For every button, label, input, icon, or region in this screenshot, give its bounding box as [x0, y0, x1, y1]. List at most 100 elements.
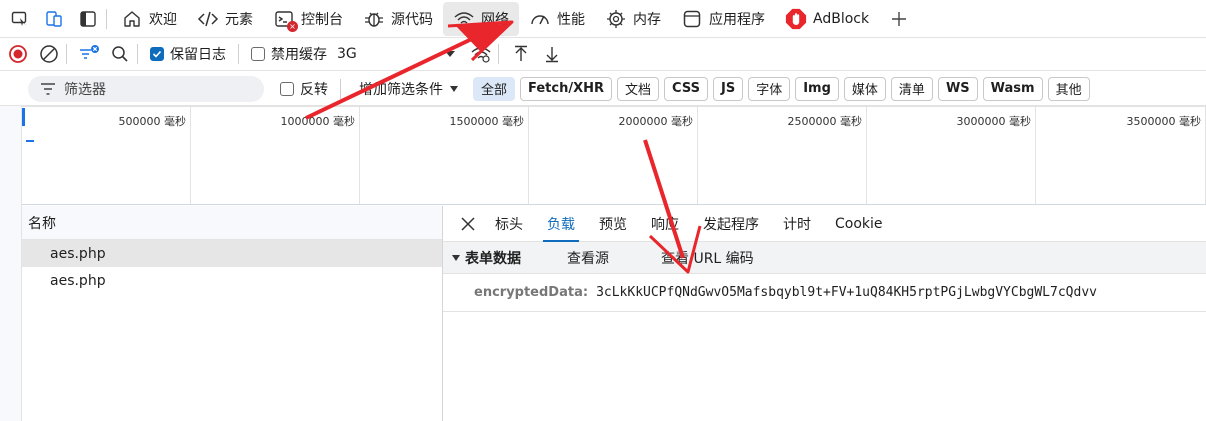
tab-timing[interactable]: 计时: [771, 206, 823, 242]
timeline-tick: 2000000 毫秒: [529, 107, 698, 204]
timeline-tick: 500000 毫秒: [22, 107, 191, 204]
timeline-range-handle[interactable]: [22, 108, 25, 126]
import-har-icon[interactable]: [508, 41, 534, 67]
filter-chip-css[interactable]: CSS: [664, 76, 708, 101]
timeline-tick-label: 2000000 毫秒: [618, 115, 694, 128]
dock-side-icon[interactable]: [74, 5, 102, 33]
memory-chip-icon: [605, 8, 627, 30]
toolbar-divider: [106, 8, 107, 29]
form-data-section-header[interactable]: 表单数据 查看源 查看 URL 编码: [443, 242, 1206, 274]
timeline-request-bar: [26, 140, 34, 142]
filter-input[interactable]: 筛选器: [28, 75, 264, 102]
network-conditions-icon[interactable]: [468, 41, 494, 67]
record-button[interactable]: [5, 41, 31, 67]
form-field-row: encryptedData: 3cLkKkUCPfQNdGwvO5Mafsbqy…: [443, 274, 1206, 312]
checkbox-unchecked-icon[interactable]: [280, 81, 294, 96]
timeline-tick-label: 2500000 毫秒: [787, 115, 863, 128]
warning-icon: [467, 22, 479, 33]
tab-label: 性能: [557, 11, 585, 28]
disable-cache-checkbox[interactable]: 禁用缓存: [251, 44, 327, 64]
timeline-tick-label: 1500000 毫秒: [449, 115, 525, 128]
device-emulation-icon[interactable]: [40, 5, 68, 33]
tab-label: 网络: [481, 11, 509, 28]
performance-icon: [529, 8, 551, 30]
details-tabs: 标头 负载 预览 响应 发起程序 计时 Cookie: [443, 206, 1206, 242]
tab-welcome[interactable]: 欢迎: [111, 2, 187, 36]
tab-label: 元素: [225, 11, 253, 28]
tab-memory[interactable]: 内存: [595, 2, 671, 36]
filter-chip-img[interactable]: Img: [795, 76, 839, 101]
toolbar-divider: [238, 44, 239, 64]
tab-label: 应用程序: [709, 11, 765, 28]
tab-label: 内存: [633, 11, 661, 28]
preserve-log-checkbox[interactable]: 保留日志: [150, 44, 226, 64]
checkbox-unchecked-icon[interactable]: [251, 47, 265, 61]
timeline-tick: 3000000 毫秒: [867, 107, 1036, 204]
filter-chip-all[interactable]: 全部: [473, 76, 516, 101]
filter-toggle-icon[interactable]: [76, 41, 102, 67]
filter-chip-js[interactable]: JS: [712, 76, 744, 101]
filter-chip-other[interactable]: 其他: [1047, 76, 1090, 101]
tab-cookies[interactable]: Cookie: [823, 206, 895, 242]
view-url-encoded-link[interactable]: 查看 URL 编码: [661, 248, 754, 268]
tab-initiator[interactable]: 发起程序: [691, 206, 771, 242]
filter-chip-fetch-xhr[interactable]: Fetch/XHR: [520, 76, 613, 101]
invert-label: 反转: [300, 81, 328, 98]
home-icon: [121, 8, 143, 30]
tab-adblock[interactable]: AdBlock: [775, 2, 879, 36]
filter-icon: [41, 82, 55, 95]
throttling-select[interactable]: 3G: [337, 46, 417, 62]
view-source-link[interactable]: 查看源: [567, 248, 609, 268]
inspect-element-icon[interactable]: [6, 5, 34, 33]
more-filters-label: 增加筛选条件: [359, 81, 443, 98]
tab-label: AdBlock: [813, 10, 870, 27]
filter-chip-media[interactable]: 媒体: [843, 76, 886, 101]
plus-icon[interactable]: [885, 5, 913, 33]
request-list: 名称 aes.php aes.php: [22, 206, 443, 421]
filter-chip-wasm[interactable]: Wasm: [982, 76, 1043, 101]
network-timeline[interactable]: 500000 毫秒 1000000 毫秒 1500000 毫秒 2000000 …: [22, 106, 1206, 205]
tab-sources[interactable]: 源代码: [353, 2, 443, 36]
tab-console[interactable]: × 控制台: [263, 2, 353, 36]
column-header-name[interactable]: 名称: [22, 206, 442, 240]
toolbar-divider: [66, 44, 67, 64]
tab-application[interactable]: 应用程序: [671, 2, 775, 36]
dropdown-caret-icon[interactable]: [437, 41, 463, 67]
more-filters-dropdown[interactable]: 增加筛选条件: [359, 79, 459, 99]
tab-payload[interactable]: 负载: [535, 206, 587, 242]
section-title: 表单数据: [465, 250, 521, 267]
throttling-value: 3G: [337, 46, 357, 62]
devtools-tabbar: 欢迎 元素 × 控制台 源代码 网络 性能 内存 应用程序 AdBlock: [0, 0, 1206, 38]
request-row[interactable]: aes.php: [22, 267, 442, 294]
tab-performance[interactable]: 性能: [519, 2, 595, 36]
export-har-icon[interactable]: [539, 41, 565, 67]
form-field-value[interactable]: 3cLkKkUCPfQNdGwvO5Mafsbqybl9t+FV+1uQ84KH…: [596, 285, 1097, 300]
filter-chip-doc[interactable]: 文档: [617, 76, 660, 101]
filter-placeholder: 筛选器: [64, 81, 106, 98]
toolbar-divider: [340, 78, 341, 99]
filter-chip-font[interactable]: 字体: [748, 76, 791, 101]
form-field-key: encryptedData:: [474, 285, 589, 300]
timeline-tick-label: 500000 毫秒: [118, 115, 187, 128]
filter-chip-manifest[interactable]: 清单: [890, 76, 933, 101]
close-icon[interactable]: [453, 209, 483, 239]
application-icon: [681, 8, 703, 30]
timeline-tick-label: 1000000 毫秒: [280, 115, 356, 128]
tab-label: 控制台: [301, 11, 343, 28]
tab-response[interactable]: 响应: [639, 206, 691, 242]
tab-network[interactable]: 网络: [443, 1, 519, 36]
tab-headers[interactable]: 标头: [483, 206, 535, 242]
code-brackets-icon: [197, 8, 219, 30]
clear-button[interactable]: [36, 41, 62, 67]
timeline-tick: 1000000 毫秒: [191, 107, 360, 204]
adblock-icon: [785, 8, 807, 30]
request-row[interactable]: aes.php: [22, 240, 442, 267]
tab-elements[interactable]: 元素: [187, 2, 263, 36]
request-details-panel: 标头 负载 预览 响应 发起程序 计时 Cookie 表单数据 查看源 查看 U…: [443, 206, 1206, 421]
filter-chip-ws[interactable]: WS: [937, 76, 978, 101]
invert-checkbox[interactable]: 反转: [280, 79, 328, 99]
tab-preview[interactable]: 预览: [587, 206, 639, 242]
checkbox-checked-icon[interactable]: [150, 47, 164, 61]
search-icon[interactable]: [107, 41, 133, 67]
timeline-tick-label: 3000000 毫秒: [956, 115, 1032, 128]
